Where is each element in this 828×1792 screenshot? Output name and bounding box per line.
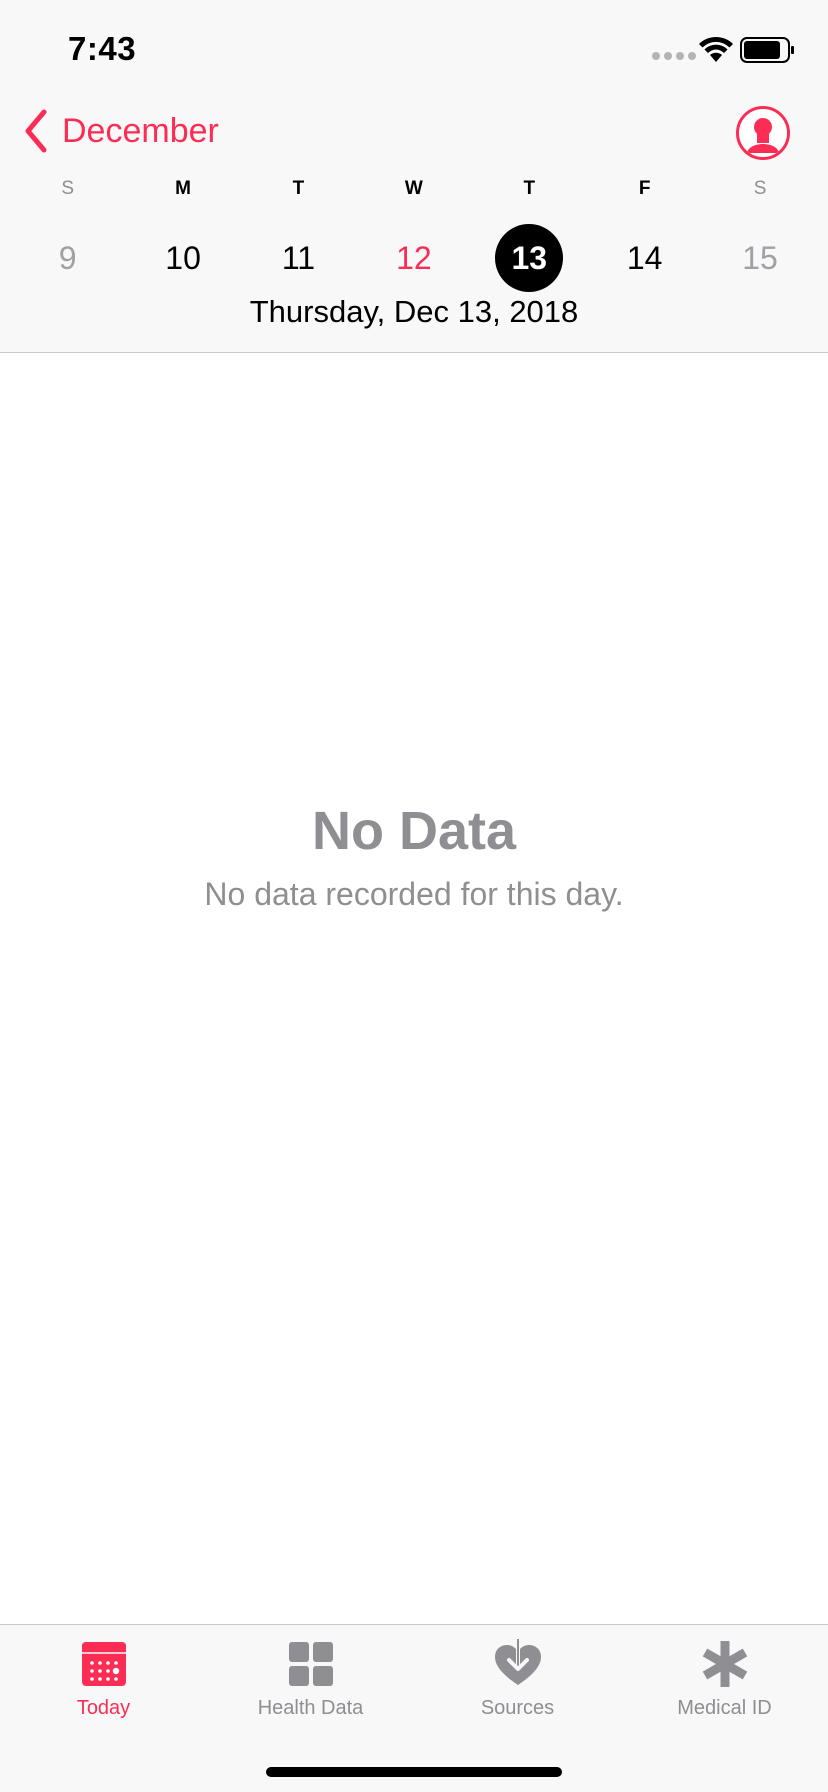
- heart-arrow-icon: [494, 1639, 541, 1685]
- battery-icon: [740, 37, 794, 63]
- tab-health-data[interactable]: Health Data: [207, 1625, 414, 1735]
- status-time: 7:43: [68, 30, 137, 67]
- tab-medical-id[interactable]: Medical ID: [621, 1625, 828, 1735]
- calendar-icon: [81, 1642, 126, 1686]
- tab-label: Medical ID: [677, 1697, 772, 1719]
- weekday-label: S: [753, 178, 767, 199]
- tab-today[interactable]: Today: [0, 1625, 207, 1735]
- selected-date-label: Thursday, Dec 13, 2018: [249, 294, 579, 329]
- day-number: 10: [165, 239, 201, 276]
- weekday-label: T: [523, 178, 536, 199]
- tab-label: Today: [76, 1697, 131, 1719]
- day-cell[interactable]: 10: [125, 224, 240, 292]
- cellular-signal-icon: [652, 52, 696, 60]
- home-indicator[interactable]: [266, 1767, 562, 1777]
- back-button-label: December: [62, 111, 219, 150]
- day-cell-selected[interactable]: 13: [472, 224, 587, 292]
- profile-button[interactable]: [736, 106, 790, 160]
- empty-state-subtitle: No data recorded for this day.: [204, 876, 624, 912]
- empty-state-title: No Data: [311, 801, 517, 861]
- day-number: 13: [495, 224, 564, 292]
- back-button[interactable]: December: [22, 108, 219, 154]
- asterisk-icon: [702, 1641, 747, 1687]
- grid-icon: [288, 1642, 333, 1686]
- chevron-left-icon: [25, 109, 47, 153]
- day-cell[interactable]: 9: [10, 224, 125, 292]
- header: 7:43 December S M T W T F S 9 10 11 12 1…: [0, 0, 828, 353]
- day-cell-today[interactable]: 12: [356, 224, 471, 292]
- day-cell[interactable]: 15: [702, 224, 817, 292]
- weekday-label: F: [638, 178, 651, 199]
- tab-label: Sources: [480, 1697, 555, 1719]
- week-strip: 9 10 11 12 13 14 15: [10, 224, 818, 292]
- weekday-label: T: [292, 178, 305, 199]
- weekday-label: S: [61, 178, 75, 199]
- weekday-label: W: [404, 178, 423, 199]
- person-icon: [739, 109, 787, 157]
- day-number: 9: [58, 239, 77, 276]
- weekday-header: S M T W T F S: [10, 178, 818, 200]
- day-cell[interactable]: 14: [587, 224, 702, 292]
- day-number: 15: [742, 239, 778, 276]
- day-cell[interactable]: 11: [241, 224, 356, 292]
- day-number: 11: [281, 239, 316, 276]
- day-number: 12: [396, 239, 432, 276]
- tab-sources[interactable]: Sources: [414, 1625, 621, 1735]
- day-number: 14: [626, 239, 663, 276]
- wifi-icon: [699, 36, 733, 62]
- tab-label: Health Data: [257, 1697, 364, 1719]
- weekday-label: M: [175, 178, 191, 199]
